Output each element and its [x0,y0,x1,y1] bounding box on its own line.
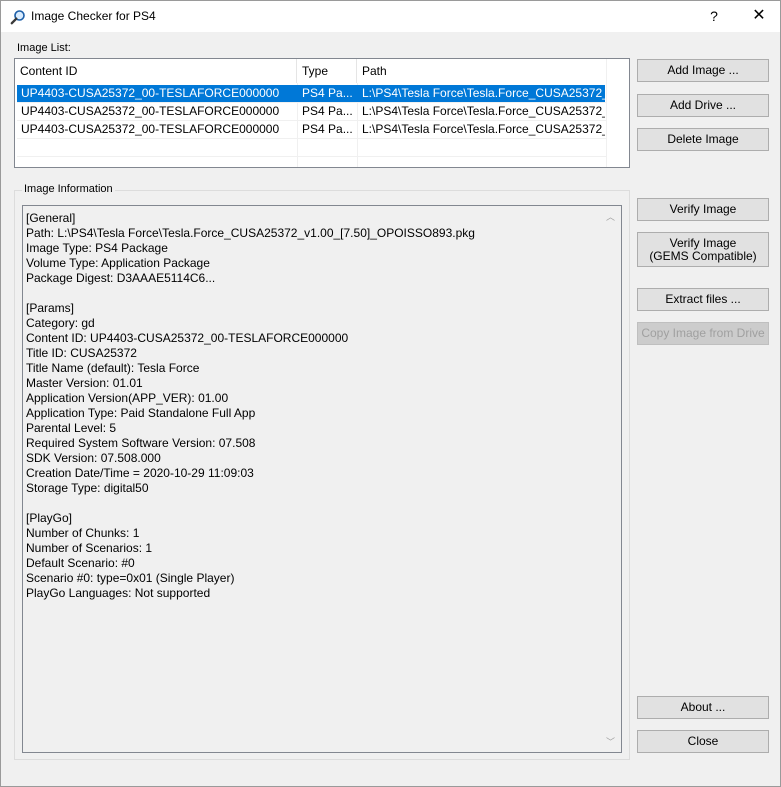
image-list-label: Image List: [17,42,71,54]
info-line: Application Type: Paid Standalone Full A… [26,406,256,420]
scroll-up-icon[interactable]: ︿ [606,210,615,223]
info-line: Creation Date/Time = 2020-10-29 11:09:03 [26,466,254,480]
magnifier-app-icon [10,9,26,25]
verify-image-gems-button[interactable]: Verify Image (GEMS Compatible) [637,232,769,267]
info-line: Title ID: CUSA25372 [26,346,137,360]
info-line: Number of Scenarios: 1 [26,541,153,555]
image-list[interactable]: Content ID Type Path UP4403-CUSA25372_00… [14,58,630,168]
info-line: [PlayGo] [26,511,73,525]
cell-content-id: UP4403-CUSA25372_00-TESLAFORCE000000 [21,86,280,100]
cell-type: PS4 Pa... [302,86,353,100]
info-line: Number of Chunks: 1 [26,526,140,540]
delete-image-button[interactable]: Delete Image [637,128,769,151]
grid-line [606,59,607,167]
info-line: Volume Type: Application Package [26,256,210,270]
info-line: Scenario #0: type=0x01 (Single Player) [26,571,235,585]
window-title: Image Checker for PS4 [31,9,156,23]
image-information-text[interactable]: [General] Path: L:\PS4\Tesla Force\Tesla… [22,205,622,753]
scroll-down-icon[interactable]: ﹀ [606,735,615,748]
copy-image-from-drive-button[interactable]: Copy Image from Drive [637,322,769,345]
title-bar[interactable]: Image Checker for PS4 ? ✕ [1,1,780,32]
info-line: Default Scenario: #0 [26,556,135,570]
cell-content-id: UP4403-CUSA25372_00-TESLAFORCE000000 [21,122,280,136]
info-line: Storage Type: digital50 [26,481,149,495]
column-header-path[interactable]: Path [357,59,607,83]
table-row[interactable]: UP4403-CUSA25372_00-TESLAFORCE000000 PS4… [17,85,605,103]
about-button[interactable]: About ... [637,696,769,719]
image-checker-window: Image Checker for PS4 ? ✕ Image List: Co… [0,0,781,787]
row-divider [17,156,607,157]
info-line: PlayGo Languages: Not supported [26,586,211,600]
column-header-content-id[interactable]: Content ID [15,59,297,83]
table-row[interactable]: UP4403-CUSA25372_00-TESLAFORCE000000 PS4… [17,121,605,139]
verify-image-button[interactable]: Verify Image [637,198,769,221]
info-line: [General] [26,211,76,225]
info-line: Category: gd [26,316,95,330]
info-line: [Params] [26,301,75,315]
verify-gems-line2: (GEMS Compatible) [649,249,757,263]
info-line: Application Version(APP_VER): 01.00 [26,391,229,405]
info-line: Image Type: PS4 Package [26,241,168,255]
cell-type: PS4 Pa... [302,122,353,136]
cell-path: L:\PS4\Tesla Force\Tesla.Force_CUSA25372… [362,86,605,100]
help-button[interactable]: ? [701,5,727,27]
close-button[interactable]: Close [637,730,769,753]
info-line: Path: L:\PS4\Tesla Force\Tesla.Force_CUS… [26,226,475,240]
info-line [26,286,618,301]
table-row[interactable]: UP4403-CUSA25372_00-TESLAFORCE000000 PS4… [17,103,605,121]
column-header-type[interactable]: Type [297,59,357,83]
add-image-button[interactable]: Add Image ... [637,59,769,82]
info-line [26,496,618,511]
add-drive-button[interactable]: Add Drive ... [637,94,769,117]
info-line: Title Name (default): Tesla Force [26,361,200,375]
info-line: Master Version: 01.01 [26,376,143,390]
image-list-header: Content ID Type Path [15,59,607,83]
cell-path: L:\PS4\Tesla Force\Tesla.Force_CUSA25372… [362,122,605,136]
cell-content-id: UP4403-CUSA25372_00-TESLAFORCE000000 [21,104,280,118]
cell-path: L:\PS4\Tesla Force\Tesla.Force_CUSA25372… [362,104,605,118]
row-divider [17,138,607,139]
info-line: Required System Software Version: 07.508 [26,436,256,450]
info-line: SDK Version: 07.508.000 [26,451,161,465]
extract-files-button[interactable]: Extract files ... [637,288,769,311]
info-line: Content ID: UP4403-CUSA25372_00-TESLAFOR… [26,331,349,345]
info-line: Package Digest: D3AAAE5114C6... [26,271,216,285]
cell-type: PS4 Pa... [302,104,353,118]
image-information-label: Image Information [22,183,115,195]
info-line: Parental Level: 5 [26,421,117,435]
close-window-button[interactable]: ✕ [745,5,773,27]
